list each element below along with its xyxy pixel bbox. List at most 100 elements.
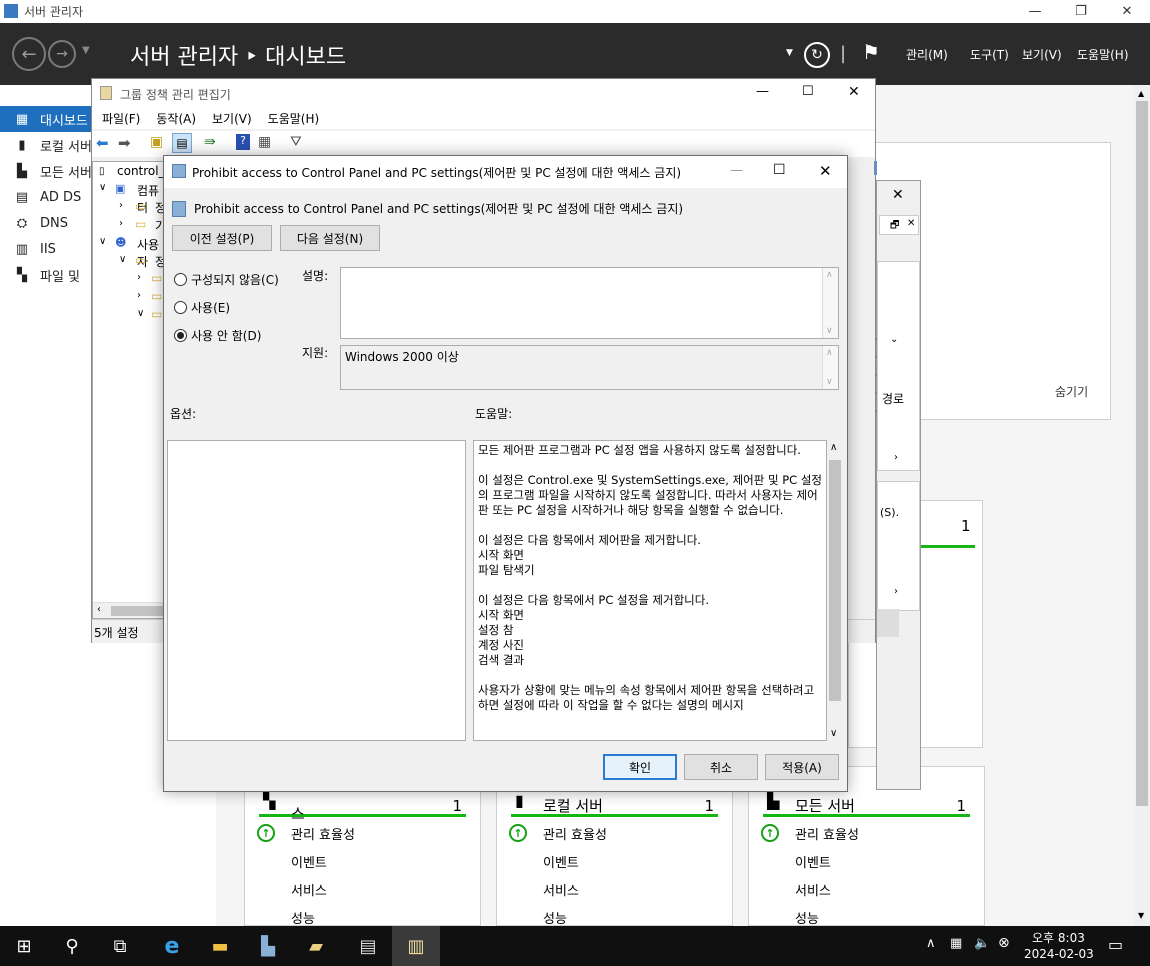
scroll-thumb[interactable] — [1136, 101, 1148, 806]
heading-dropdown-icon[interactable]: ▼ — [786, 48, 793, 58]
chevron-right-icon[interactable]: › — [137, 272, 141, 283]
chevron-down-icon[interactable]: ∨ — [826, 326, 833, 336]
menu-help[interactable]: 도움말(H) — [268, 110, 320, 127]
task-view-icon[interactable]: ⧉ — [96, 926, 144, 966]
supported-scrollbar[interactable]: ∧ ∨ — [822, 346, 838, 389]
restore-icon[interactable]: 🗗 — [890, 218, 899, 235]
policy-editor-taskbar-icon[interactable]: ▥ — [392, 926, 440, 966]
scroll-left-icon[interactable]: ‹ — [97, 604, 101, 615]
radio-not-configured[interactable]: 구성되지 않음(C) — [174, 271, 279, 288]
internet-explorer-icon[interactable]: e — [148, 926, 196, 966]
sidebar-item-all-servers[interactable]: ▙ 모든 서버 — [0, 158, 92, 184]
tile-row-performance[interactable]: 성능 — [795, 908, 819, 927]
sidebar-item-local-server[interactable]: ▮ 로컬 서버 — [0, 132, 92, 158]
network-icon[interactable]: ▦ — [950, 936, 962, 951]
start-windows-icon[interactable]: ⊞ — [0, 926, 48, 966]
forward-arrow-icon[interactable]: → — [48, 40, 76, 68]
server-manager-taskbar-icon[interactable]: ▙ — [244, 926, 292, 966]
tile-row-events[interactable]: 이벤트 — [291, 852, 327, 871]
sidebar-item-dashboard[interactable]: ▦ 대시보드 — [0, 106, 92, 132]
tile-row-manageability[interactable]: 관리 효율성 — [795, 824, 859, 843]
tile-row-manageability[interactable]: 관리 효율성 — [543, 824, 607, 843]
scroll-down-icon[interactable]: ▼ — [1138, 911, 1144, 920]
radio-circle[interactable] — [174, 301, 187, 314]
scroll-thumb[interactable] — [111, 606, 163, 616]
export-list-icon[interactable]: ⇛ — [204, 134, 216, 150]
chevron-up-icon[interactable]: ∧ — [926, 936, 936, 951]
cancel-button[interactable]: 취소 — [684, 754, 758, 780]
minimize-button[interactable]: — — [756, 84, 769, 99]
close-button[interactable]: ✕ — [1104, 0, 1150, 23]
chevron-up-icon[interactable]: ∧ — [830, 442, 837, 453]
maximize-button[interactable]: ❐ — [1058, 0, 1104, 23]
gpm-taskbar-icon[interactable]: ▰ — [292, 926, 340, 966]
notification-flag-icon[interactable]: ⚑ — [862, 40, 880, 64]
next-setting-button[interactable]: 다음 설정(N) — [280, 225, 380, 251]
menu-file[interactable]: 파일(F) — [102, 110, 140, 127]
chevron-right-icon[interactable]: › — [119, 200, 123, 211]
sidebar-item-iis[interactable]: ▥ IIS — [0, 236, 92, 262]
chevron-down-icon[interactable]: ⌄ — [890, 334, 898, 345]
main-scrollbar[interactable]: ▲ ▼ — [1134, 85, 1150, 926]
chevron-down-icon[interactable]: ∨ — [826, 377, 833, 387]
scroll-up-icon[interactable]: ▲ — [1138, 89, 1144, 98]
chevron-down-icon[interactable]: ∨ — [830, 728, 837, 739]
search-icon[interactable]: ⚲ — [48, 926, 96, 966]
show-hide-tree-icon[interactable]: ▤ — [172, 133, 192, 153]
chevron-down-icon[interactable]: ∨ — [99, 182, 106, 193]
sidebar-item-file-services[interactable]: ▚ 파일 및 — [0, 262, 92, 288]
tile-row-services[interactable]: 서비스 — [543, 880, 579, 899]
bg-window-button[interactable] — [877, 609, 899, 637]
chevron-right-icon[interactable]: › — [894, 452, 898, 463]
chevron-right-icon[interactable]: › — [137, 290, 141, 301]
maximize-button[interactable]: ☐ — [802, 84, 814, 99]
file-explorer-icon[interactable]: ▬ — [196, 926, 244, 966]
chevron-down-icon[interactable]: ∨ — [119, 254, 126, 265]
minimize-button[interactable]: — — [730, 163, 743, 178]
menu-action[interactable]: 동작(A) — [156, 110, 196, 127]
notification-x-icon[interactable]: ⊗ — [998, 935, 1010, 951]
gpme-taskbar-icon[interactable]: ▤ — [344, 926, 392, 966]
tile-row-performance[interactable]: 성능 — [291, 908, 315, 927]
tile-row-services[interactable]: 서비스 — [291, 880, 327, 899]
previous-setting-button[interactable]: 이전 설정(P) — [172, 225, 272, 251]
menu-tools[interactable]: 도구(T) — [970, 46, 1009, 63]
filter-icon[interactable]: ⛛ — [290, 134, 302, 150]
tree-hscrollbar[interactable]: ‹ — [93, 602, 163, 618]
radio-disabled[interactable]: 사용 안 함(D) — [174, 327, 261, 344]
chevron-down-icon[interactable]: ∨ — [137, 308, 144, 319]
hide-welcome-link[interactable]: 숨기기 — [1055, 383, 1088, 400]
chevron-down-icon[interactable]: ∨ — [99, 236, 106, 247]
radio-enabled[interactable]: 사용(E) — [174, 299, 230, 316]
menu-view[interactable]: 보기(V) — [212, 110, 252, 127]
back-arrow-icon[interactable]: ← — [12, 37, 46, 71]
scroll-thumb[interactable] — [829, 460, 841, 701]
tile-row-services[interactable]: 서비스 — [795, 880, 831, 899]
close-button[interactable]: ✕ — [848, 84, 860, 100]
sidebar-item-dns[interactable]: ⛭ DNS — [0, 210, 92, 236]
clock-time[interactable]: 오후 8:03 — [1032, 929, 1085, 946]
radio-circle[interactable] — [174, 273, 187, 286]
comment-textarea[interactable]: ∧ ∨ — [340, 267, 839, 339]
chevron-right-icon[interactable]: › — [894, 586, 898, 597]
tree-root[interactable]: control_c — [117, 164, 163, 178]
help-icon[interactable]: ? — [236, 134, 250, 150]
close-button[interactable]: ✕ — [819, 162, 832, 180]
tile-row-manageability[interactable]: 관리 효율성 — [291, 824, 355, 843]
menu-manage[interactable]: 관리(M) — [906, 46, 948, 63]
chevron-right-icon[interactable]: › — [119, 218, 123, 229]
tile-row-performance[interactable]: 성능 — [543, 908, 567, 927]
properties-icon[interactable]: ▦ — [258, 134, 271, 150]
menu-help[interactable]: 도움말(H) — [1077, 46, 1129, 63]
history-dropdown-icon[interactable]: ▼ — [82, 45, 90, 56]
volume-muted-icon[interactable]: 🔈 — [974, 936, 990, 951]
close-icon[interactable]: ✕ — [892, 187, 904, 203]
up-folder-icon[interactable]: ▣ — [150, 134, 163, 150]
chevron-up-icon[interactable]: ∧ — [826, 348, 833, 358]
comment-scrollbar[interactable]: ∧ ∨ — [822, 268, 838, 338]
forward-arrow-icon[interactable]: ➡ — [118, 134, 131, 152]
apply-button[interactable]: 적용(A) — [765, 754, 839, 780]
chevron-up-icon[interactable]: ∧ — [826, 270, 833, 280]
back-arrow-icon[interactable]: ⬅ — [96, 134, 109, 152]
close-icon[interactable]: ✕ — [907, 218, 915, 229]
